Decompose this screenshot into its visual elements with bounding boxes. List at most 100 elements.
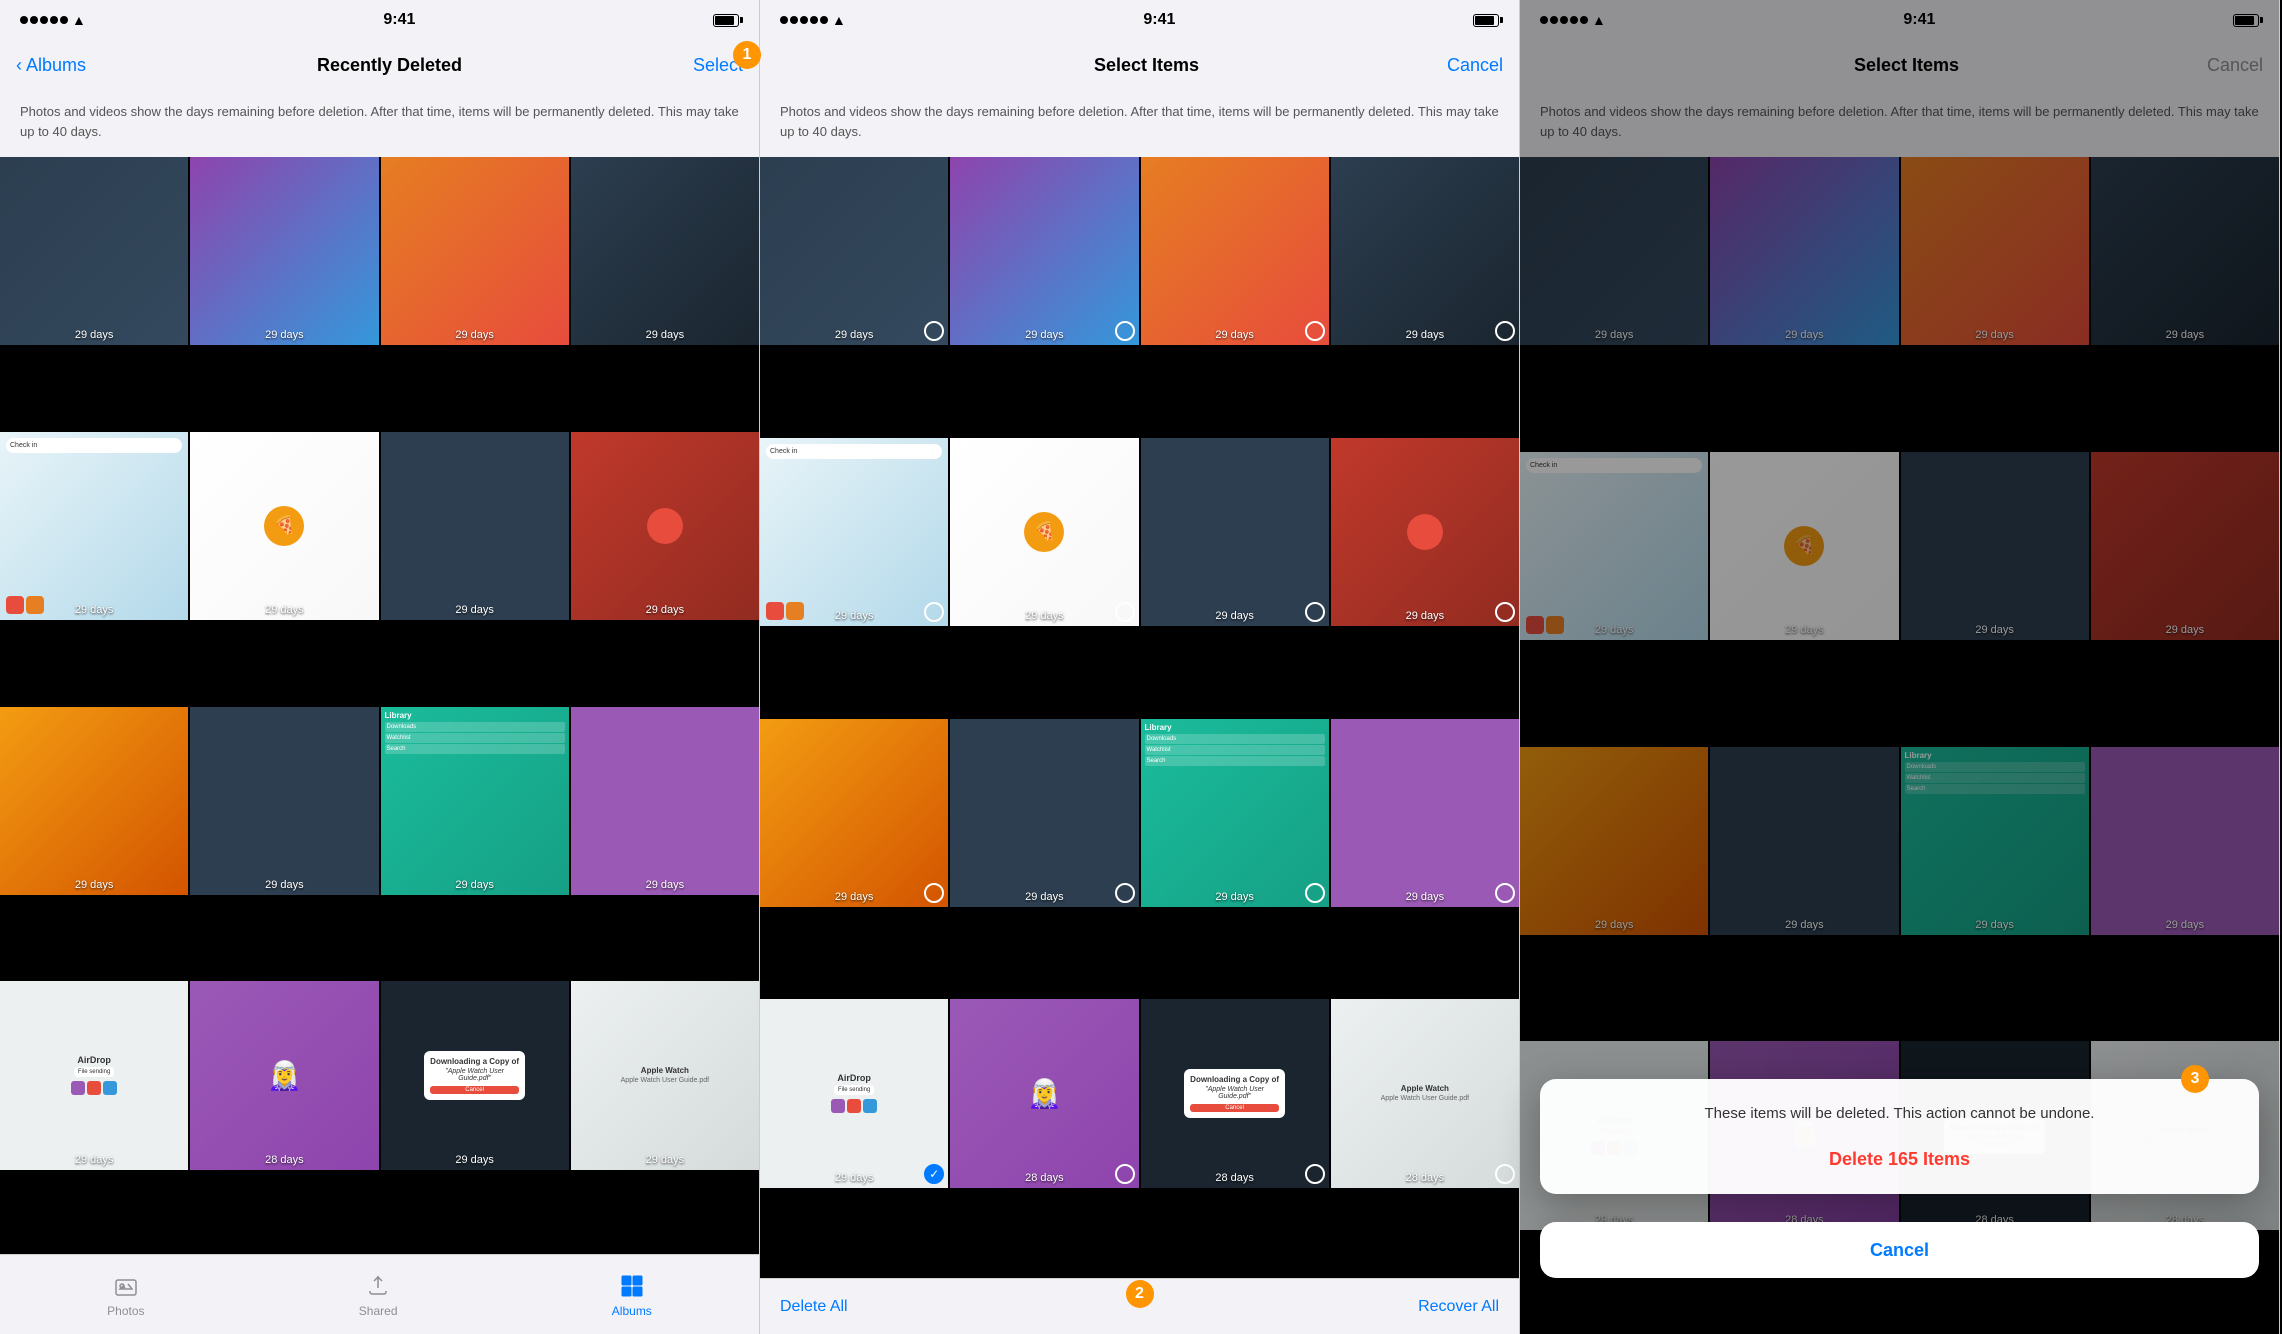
days-label: 29 days: [1331, 610, 1519, 622]
battery-fill-1: [715, 16, 734, 25]
select-circle: ✓: [924, 1164, 944, 1184]
list-item[interactable]: 29 days: [1331, 157, 1519, 345]
list-item[interactable]: 29 days: [1331, 438, 1519, 626]
tab-photos[interactable]: Photos: [107, 1272, 144, 1318]
list-item[interactable]: 29 days: [760, 719, 948, 907]
photos-icon: [112, 1272, 140, 1300]
modal-cancel-button[interactable]: Cancel: [1870, 1240, 1929, 1261]
days-label: 29 days: [381, 329, 569, 341]
signal-area: ▲: [20, 12, 86, 28]
page-title-2: Select Items: [1094, 55, 1199, 76]
delete-165-button[interactable]: Delete 165 Items: [1560, 1141, 2239, 1178]
wifi-icon: ▲: [72, 12, 86, 28]
list-item[interactable]: Library Downloads Watchlist Search 29 da…: [381, 707, 569, 895]
list-item[interactable]: 29 days: [1141, 157, 1329, 345]
days-label: 29 days: [571, 879, 759, 891]
list-item[interactable]: 29 days: [950, 719, 1138, 907]
step-number-3: 3: [2191, 1070, 2200, 1088]
nav-bar-2: Select Items Cancel: [760, 40, 1519, 90]
page-title-1: Recently Deleted: [317, 55, 462, 76]
days-label: 29 days: [571, 604, 759, 616]
days-label: 29 days: [190, 604, 378, 616]
phone-panel-3: ▲ 9:41 Select Items Cancel Photos and vi…: [1520, 0, 2280, 1334]
dot3: [40, 16, 48, 24]
list-item[interactable]: Check in 29 days: [0, 432, 188, 620]
select-button[interactable]: Select 1: [693, 55, 743, 76]
nav-bar-1: ‹ Albums Recently Deleted Select 1: [0, 40, 759, 90]
list-item[interactable]: AirDrop File sending 29 days ✓: [760, 999, 948, 1187]
list-item[interactable]: Apple Watch Apple Watch User Guide.pdf 2…: [571, 981, 759, 1169]
list-item[interactable]: 🧝‍♀️ 28 days: [950, 999, 1138, 1187]
select-circle: [1305, 321, 1325, 341]
list-item[interactable]: 29 days: [0, 707, 188, 895]
status-time-2: 9:41: [1143, 11, 1175, 29]
list-item[interactable]: Downloading a Copy of "Apple Watch UserG…: [1141, 999, 1329, 1187]
list-item[interactable]: Apple Watch Apple Watch User Guide.pdf 2…: [1331, 999, 1519, 1187]
shared-tab-label: Shared: [359, 1304, 398, 1318]
list-item[interactable]: 29 days: [190, 157, 378, 345]
delete-confirmation-modal: 3 These items will be deleted. This acti…: [1540, 1079, 2259, 1195]
select-circle: [1115, 321, 1135, 341]
list-item[interactable]: 29 days: [190, 707, 378, 895]
days-label: 29 days: [571, 329, 759, 341]
list-item[interactable]: 29 days: [760, 157, 948, 345]
tab-albums[interactable]: Albums: [612, 1272, 652, 1318]
delete-all-button[interactable]: Delete All: [780, 1298, 848, 1316]
select-circle: [1495, 1164, 1515, 1184]
albums-tab-label: Albums: [612, 1304, 652, 1318]
select-circle: [1115, 883, 1135, 903]
list-item[interactable]: Downloading a Copy of "Apple Watch UserG…: [381, 981, 569, 1169]
dot4: [810, 16, 818, 24]
select-circle: [1115, 602, 1135, 622]
list-item[interactable]: 29 days: [381, 157, 569, 345]
battery-icon-2: [1473, 14, 1499, 27]
days-label: 29 days: [0, 329, 188, 341]
select-circle: [1115, 1164, 1135, 1184]
list-item[interactable]: 29 days: [571, 432, 759, 620]
status-bar-2: ▲ 9:41: [760, 0, 1519, 40]
select-circle: [1495, 883, 1515, 903]
days-label: 29 days: [381, 1154, 569, 1166]
battery-area-2: [1473, 14, 1499, 27]
days-label: 29 days: [950, 891, 1138, 903]
dot3: [800, 16, 808, 24]
list-item[interactable]: 🍕 29 days: [950, 438, 1138, 626]
list-item[interactable]: 🧝‍♀️ 28 days: [190, 981, 378, 1169]
shared-icon: [364, 1272, 392, 1300]
days-label: 29 days: [760, 891, 948, 903]
dot2: [30, 16, 38, 24]
back-button-1[interactable]: ‹ Albums: [16, 55, 86, 76]
list-item[interactable]: 29 days: [1141, 438, 1329, 626]
days-label: 29 days: [190, 329, 378, 341]
list-item[interactable]: 29 days: [0, 157, 188, 345]
phone-panel-1: ▲ 9:41 ‹ Albums Recently Deleted Select …: [0, 0, 760, 1334]
days-label: 29 days: [760, 1172, 948, 1184]
back-label-1[interactable]: Albums: [26, 55, 86, 76]
recover-all-button[interactable]: Recover All: [1418, 1298, 1499, 1316]
dot4: [50, 16, 58, 24]
signal-area-2: ▲: [780, 12, 846, 28]
select-circle: [1305, 883, 1325, 903]
dot1: [780, 16, 788, 24]
select-circle: [1495, 602, 1515, 622]
days-label: 29 days: [1331, 329, 1519, 341]
list-item[interactable]: 29 days: [381, 432, 569, 620]
list-item[interactable]: 29 days: [571, 157, 759, 345]
days-label: 29 days: [0, 879, 188, 891]
days-label: 29 days: [381, 604, 569, 616]
cancel-button-2[interactable]: Cancel: [1447, 55, 1503, 76]
list-item[interactable]: AirDrop File sending 29 days: [0, 981, 188, 1169]
dot5: [60, 16, 68, 24]
step-badge-2: 2: [1126, 1280, 1154, 1308]
tab-shared[interactable]: Shared: [359, 1272, 398, 1318]
days-label: 29 days: [381, 879, 569, 891]
list-item[interactable]: 29 days: [1331, 719, 1519, 907]
chevron-left-icon: ‹: [16, 55, 22, 76]
battery-area-1: [713, 14, 739, 27]
list-item[interactable]: 🍕 29 days: [190, 432, 378, 620]
list-item[interactable]: 29 days: [571, 707, 759, 895]
days-label: 29 days: [760, 329, 948, 341]
list-item[interactable]: Library Downloads Watchlist Search 29 da…: [1141, 719, 1329, 907]
list-item[interactable]: Check in 29 days: [760, 438, 948, 626]
list-item[interactable]: 29 days: [950, 157, 1138, 345]
